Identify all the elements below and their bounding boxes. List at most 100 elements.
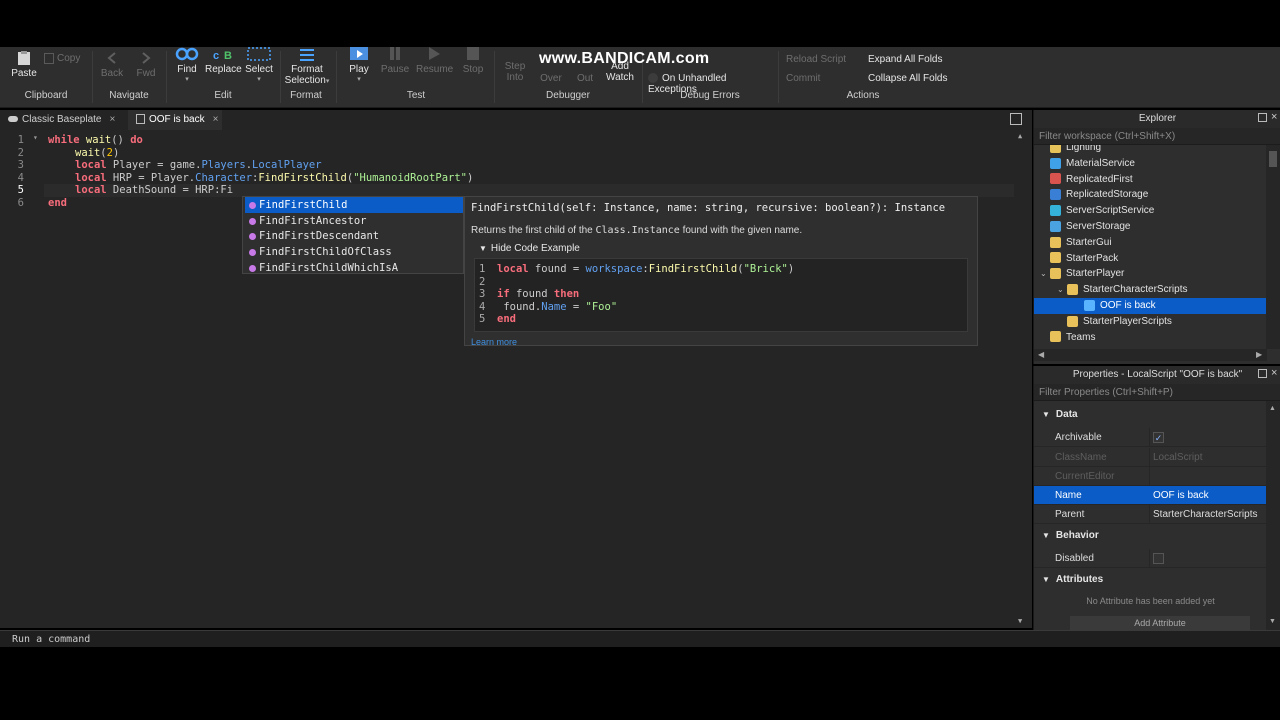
explorer-item[interactable]: OOF is back	[1034, 298, 1267, 314]
property-parent[interactable]: Parent StarterCharacterScripts	[1034, 505, 1267, 524]
scroll-down-icon[interactable]: ▼	[1018, 617, 1022, 625]
line-number: 6	[17, 197, 24, 209]
explorer-item[interactable]: StarterPack	[1040, 251, 1267, 267]
step-into-button[interactable]: Step Into	[500, 61, 530, 83]
reload-script-button[interactable]: Reload Script	[786, 54, 850, 65]
explorer-item[interactable]: StarterPlayerScripts	[1057, 314, 1267, 330]
dock-icon[interactable]	[1010, 113, 1022, 125]
section-attributes[interactable]: ▼ Attributes	[1034, 570, 1267, 590]
vertical-scrollbar[interactable]	[1266, 145, 1280, 349]
select-button[interactable]: Select ▾	[245, 47, 273, 83]
scroll-left-icon[interactable]: ◀	[1038, 350, 1044, 359]
properties-filter-input[interactable]: Filter Properties (Ctrl+Shift+P)	[1034, 384, 1280, 401]
chevron-down-icon: ▾	[257, 76, 261, 83]
explorer-item[interactable]: Teams	[1040, 330, 1267, 346]
tab-oof-is-back[interactable]: OOF is back ×	[128, 110, 222, 130]
forward-button[interactable]: Fwd	[134, 51, 158, 79]
explorer-item[interactable]: MaterialService	[1040, 156, 1267, 172]
learn-more-link[interactable]: Learn more	[471, 337, 517, 345]
divider	[494, 51, 495, 103]
chevron-down-icon[interactable]: ⌄	[1040, 266, 1050, 282]
replace-icon: cB	[205, 47, 241, 62]
scroll-down-icon[interactable]: ▼	[1269, 618, 1276, 625]
hide-code-example-toggle[interactable]: ▼ Hide Code Example	[479, 243, 580, 254]
resume-button[interactable]: Resume	[416, 47, 453, 75]
forward-arrow-icon	[134, 51, 158, 65]
line-number: 4	[17, 172, 24, 184]
service-icon	[1050, 236, 1061, 248]
explorer-filter-input[interactable]: Filter workspace (Ctrl+Shift+X)	[1034, 128, 1280, 145]
service-icon	[1050, 157, 1061, 169]
explorer-item-label: ReplicatedStorage	[1066, 189, 1149, 201]
explorer-item-label: Teams	[1066, 331, 1096, 343]
checkbox[interactable]	[1153, 553, 1164, 564]
step-over-button[interactable]: Over	[536, 73, 566, 84]
section-data[interactable]: ▼ Data	[1034, 405, 1267, 425]
example-code-line: local found = workspace:FindFirstChild("…	[497, 263, 795, 275]
scroll-up-icon[interactable]: ▲	[1269, 405, 1276, 412]
service-icon	[1050, 331, 1061, 343]
autocomplete-item[interactable]: FindFirstChildOfClass	[245, 244, 463, 260]
explorer-item[interactable]: ServerScriptService	[1040, 203, 1267, 219]
function-description: Returns the first child of the Class.Ins…	[471, 225, 803, 236]
add-attribute-button[interactable]: Add Attribute	[1070, 616, 1250, 630]
method-icon	[249, 202, 256, 209]
collapse-all-folds-button[interactable]: Collapse All Folds	[868, 73, 948, 84]
chevron-down-icon: ▼	[1042, 575, 1050, 584]
explorer-item[interactable]: ServerStorage	[1040, 219, 1267, 235]
section-behavior[interactable]: ▼ Behavior	[1034, 526, 1267, 546]
commit-button[interactable]: Commit	[786, 73, 826, 84]
replace-button[interactable]: cB Replace	[205, 47, 242, 75]
autocomplete-item[interactable]: FindFirstAncestor	[245, 213, 463, 229]
code-line: local HRP = Player.Character:FindFirstCh…	[75, 172, 474, 184]
property-currenteditor: CurrentEditor	[1034, 467, 1267, 486]
explorer-item[interactable]: StarterGui	[1040, 235, 1267, 251]
property-classname: ClassName LocalScript	[1034, 448, 1267, 467]
undock-icon[interactable]	[1258, 369, 1267, 378]
explorer-item[interactable]: ReplicatedFirst	[1040, 172, 1267, 188]
tab-classic-baseplate[interactable]: Classic Baseplate ×	[0, 110, 124, 130]
pause-button[interactable]: Pause	[380, 47, 410, 75]
undock-icon[interactable]	[1258, 113, 1267, 122]
property-archivable[interactable]: Archivable ✓	[1034, 428, 1267, 447]
service-icon	[1050, 268, 1061, 280]
autocomplete-item[interactable]: FindFirstDescendant	[245, 228, 463, 244]
copy-button[interactable]: Copy	[44, 53, 88, 64]
find-button[interactable]: Find	[173, 47, 201, 75]
horizontal-scrollbar[interactable]: ◀ ▶	[1034, 349, 1267, 361]
vertical-scrollbar[interactable]: ▲ ▼	[1266, 401, 1280, 630]
chevron-down-icon: ▼	[1042, 410, 1050, 419]
explorer-item[interactable]: ReplicatedStorage	[1040, 187, 1267, 203]
property-name[interactable]: Name OOF is back	[1034, 486, 1267, 505]
step-out-button[interactable]: Out	[570, 73, 600, 84]
scroll-thumb[interactable]	[1269, 151, 1277, 167]
line-number: 5	[17, 184, 24, 196]
property-disabled[interactable]: Disabled	[1034, 549, 1267, 568]
explorer-panel: Explorer × Filter workspace (Ctrl+Shift+…	[1033, 110, 1280, 364]
fold-chevron-icon[interactable]: ▾	[33, 133, 38, 142]
line-number: 1	[17, 134, 24, 146]
checkbox[interactable]: ✓	[1153, 432, 1164, 443]
explorer-item[interactable]: Lighting	[1040, 145, 1267, 156]
explorer-item-label: MaterialService	[1066, 157, 1135, 169]
close-icon[interactable]: ×	[1271, 111, 1277, 123]
explorer-item[interactable]: ⌄ StarterPlayer	[1040, 266, 1267, 282]
explorer-item[interactable]: ⌄ StarterCharacterScripts	[1057, 282, 1267, 298]
expand-all-folds-button[interactable]: Expand All Folds	[868, 54, 948, 65]
command-bar[interactable]: Run a command	[0, 630, 1280, 647]
chevron-down-icon[interactable]: ⌄	[1057, 282, 1067, 298]
line-number: 5	[479, 313, 486, 325]
format-selection-button[interactable]: Format Selection▾	[282, 47, 332, 86]
close-icon[interactable]: ×	[213, 114, 219, 125]
paste-button[interactable]: Paste	[10, 51, 38, 79]
autocomplete-item[interactable]: FindFirstChildWhichIsA	[245, 260, 463, 276]
autocomplete-item[interactable]: FindFirstChild	[245, 197, 463, 213]
stop-button[interactable]: Stop	[458, 47, 488, 75]
scroll-right-icon[interactable]: ▶	[1256, 350, 1262, 359]
scroll-up-icon[interactable]: ▲	[1018, 132, 1022, 140]
close-icon[interactable]: ×	[1271, 367, 1277, 379]
close-icon[interactable]: ×	[109, 114, 115, 125]
play-button[interactable]: Play ▾	[344, 47, 374, 83]
chevron-down-icon: ▼	[479, 244, 487, 253]
back-button[interactable]: Back	[100, 51, 124, 79]
